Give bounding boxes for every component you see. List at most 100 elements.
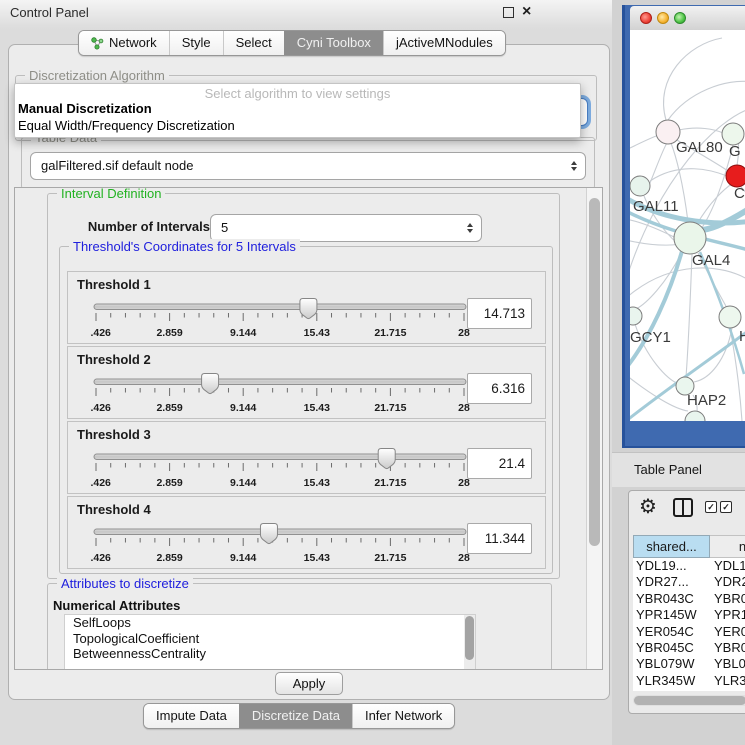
svg-text:21.715: 21.715	[374, 402, 406, 414]
threshold-slider-container[interactable]: -3.4262.8599.14415.4321.71528	[90, 296, 470, 342]
table-row[interactable]: YBL079WYBL0	[633, 656, 745, 672]
table-row[interactable]: YPR145WYPR1	[633, 607, 745, 623]
close-icon[interactable]: ×	[522, 6, 531, 18]
horizontal-scrollbar[interactable]	[633, 695, 745, 706]
numerical-attributes-list[interactable]: SelfLoopsTopologicalCoefficientBetweenne…	[64, 614, 476, 669]
tab-network[interactable]: Network	[79, 31, 169, 55]
table-row[interactable]: YER054CYER0	[633, 624, 745, 640]
combo-arrows-icon	[467, 223, 473, 233]
cell-name: YIL0	[710, 689, 741, 691]
threshold-value-field[interactable]: 21.4	[467, 448, 532, 479]
network-node[interactable]	[630, 176, 650, 196]
svg-text:15.43: 15.43	[304, 477, 330, 489]
dropdown-item-manual-discretization[interactable]: Manual Discretization	[15, 101, 580, 118]
node-label: GCY1	[630, 329, 671, 346]
scrollbar-thumb[interactable]	[589, 198, 600, 546]
svg-text:2.859: 2.859	[156, 402, 182, 414]
cell-name: YDR2	[710, 574, 745, 590]
threshold-slider[interactable]: -3.4262.8599.14415.4321.71528	[90, 521, 470, 567]
table-panel-title: Table Panel	[634, 462, 702, 477]
table-row[interactable]: YBR043CYBR0	[633, 591, 745, 607]
control-panel-window: Control Panel × NetworkStyleSelectCyni T…	[0, 0, 613, 745]
cell-name: YDL1	[710, 558, 745, 574]
minimize-traffic-light-icon[interactable]	[657, 12, 669, 24]
tab-label: jActiveMNodules	[396, 31, 493, 55]
checkbox-icon[interactable]: ✓	[720, 501, 732, 513]
attributes-group: Attributes to discretize Numerical Attri…	[47, 583, 552, 669]
threshold-slider[interactable]: -3.4262.8599.14415.4321.71528	[90, 296, 470, 342]
network-node[interactable]	[630, 307, 642, 325]
svg-text:9.144: 9.144	[230, 477, 256, 489]
list-item[interactable]: TopologicalCoefficient	[65, 631, 475, 647]
tab-infer-network[interactable]: Infer Network	[352, 704, 454, 728]
close-traffic-light-icon[interactable]	[640, 12, 652, 24]
tab-label: Discretize Data	[252, 704, 340, 728]
network-node[interactable]	[685, 411, 705, 421]
network-window-titlebar	[630, 6, 745, 31]
threshold-value-field[interactable]: 6.316	[467, 373, 532, 404]
checkbox-icon[interactable]: ✓	[705, 501, 717, 513]
cell-name: YPR1	[710, 607, 745, 623]
svg-text:15.43: 15.43	[304, 327, 330, 339]
threshold-panel-4: Threshold 4-3.4262.8599.14415.4321.71528…	[67, 496, 546, 569]
cell-shared-name: YER054C	[633, 624, 710, 640]
list-item[interactable]: BetweennessCentrality	[65, 646, 475, 662]
apply-button[interactable]: Apply	[275, 672, 343, 695]
threshold-value-field[interactable]: 14.713	[467, 298, 532, 329]
scrollbar-thumb[interactable]	[634, 696, 745, 705]
table-row[interactable]: YLR345WYLR3	[633, 673, 745, 689]
node-label: GAL11	[633, 198, 679, 215]
combo-arrows-icon	[571, 161, 577, 171]
cyni-toolbox-panel: Discretization Algorithm Select algorith…	[8, 44, 610, 700]
threshold-slider[interactable]: -3.4262.8599.14415.4321.71528	[90, 371, 470, 417]
dropdown-item-equal-width-frequency-discretization[interactable]: Equal Width/Frequency Discretization	[15, 118, 580, 135]
svg-text:-3.426: -3.426	[90, 552, 111, 564]
tab-cyni-toolbox[interactable]: Cyni Toolbox	[284, 31, 383, 55]
svg-text:2.859: 2.859	[156, 477, 182, 489]
cell-name: YER0	[710, 624, 745, 640]
table-data-combobox[interactable]: galFiltered.sif default node	[30, 152, 586, 180]
table-row[interactable]: YIL052CYIL0	[633, 689, 745, 691]
cell-shared-name: YBL079W	[633, 656, 710, 672]
float-window-icon[interactable]	[503, 7, 514, 18]
node-label: GAL80	[676, 139, 723, 156]
table-row[interactable]: YDL19...YDL1	[633, 558, 745, 574]
network-canvas[interactable]: GAL80GCGAL11GAL4GCY1HHAP2	[630, 30, 745, 421]
thresholds-group: Threshold's Coordinates for 5 Intervals …	[59, 246, 553, 574]
threshold-slider[interactable]: -3.4262.8599.14415.4321.71528	[90, 446, 470, 492]
threshold-label: Threshold 2	[77, 352, 151, 367]
split-columns-icon[interactable]	[673, 498, 693, 517]
tab-select[interactable]: Select	[223, 31, 284, 55]
network-node[interactable]	[719, 306, 741, 328]
group-title: Discretization Algorithm	[25, 68, 169, 83]
table-row[interactable]: YDR27...YDR2	[633, 574, 745, 590]
threshold-value-field[interactable]: 11.344	[467, 523, 532, 554]
tab-impute-data[interactable]: Impute Data	[144, 704, 239, 728]
network-node[interactable]	[722, 123, 744, 145]
zoom-traffic-light-icon[interactable]	[674, 12, 686, 24]
list-item[interactable]: SelfLoops	[65, 615, 475, 631]
group-title: Attributes to discretize	[57, 576, 193, 591]
group-title: Interval Definition	[57, 188, 165, 201]
network-node-selected[interactable]	[726, 165, 745, 187]
gear-icon[interactable]: ⚙	[639, 494, 657, 519]
svg-text:21.715: 21.715	[374, 552, 406, 564]
table-header-row: shared...n	[633, 535, 745, 558]
settings-scrollbar[interactable]	[586, 188, 602, 669]
list-scrollbar[interactable]	[464, 615, 475, 669]
column-header[interactable]: n	[710, 535, 745, 558]
table-row[interactable]: YBR045CYBR0	[633, 640, 745, 656]
threshold-slider-container[interactable]: -3.4262.8599.14415.4321.71528	[90, 371, 470, 417]
tab-style[interactable]: Style	[169, 31, 223, 55]
tab-jactivemnodules[interactable]: jActiveMNodules	[383, 31, 505, 55]
threshold-slider-container[interactable]: -3.4262.8599.14415.4321.71528	[90, 446, 470, 492]
network-icon	[91, 37, 104, 50]
network-node[interactable]	[674, 222, 706, 254]
combo-value: galFiltered.sif default node	[41, 153, 193, 179]
group-title: Threshold's Coordinates for 5 Intervals	[69, 239, 300, 254]
threshold-slider-container[interactable]: -3.4262.8599.14415.4321.71528	[90, 521, 470, 567]
network-graph[interactable]: GAL80GCGAL11GAL4GCY1HHAP2	[630, 30, 745, 421]
tab-discretize-data[interactable]: Discretize Data	[239, 704, 352, 728]
column-header[interactable]: shared...	[633, 535, 710, 558]
number-of-intervals-combobox[interactable]: 5	[210, 214, 482, 242]
